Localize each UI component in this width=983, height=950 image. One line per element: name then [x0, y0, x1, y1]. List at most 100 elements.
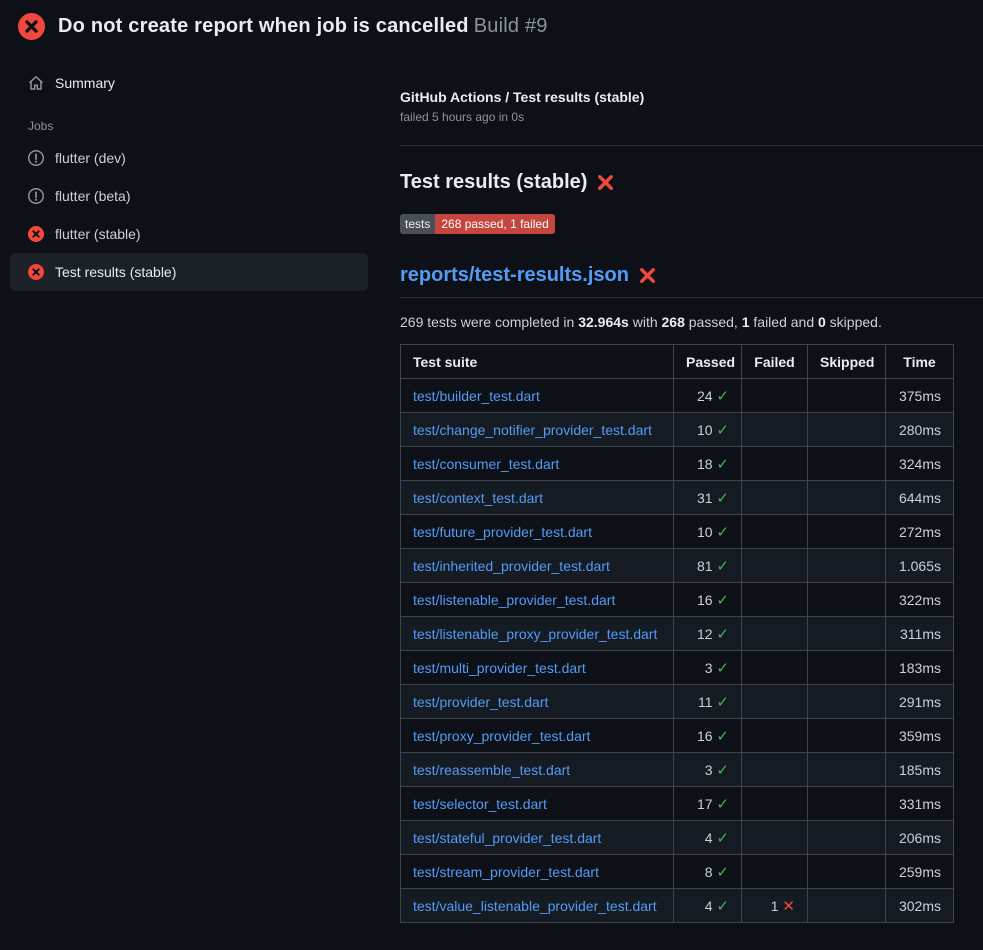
column-header-passed: Passed — [674, 345, 742, 379]
failed-cell — [742, 685, 808, 719]
time-cell: 302ms — [886, 889, 954, 923]
skipped-cell — [808, 821, 886, 855]
passed-cell-count: 4 — [705, 898, 713, 914]
passed-cell: 8 ✓ — [674, 855, 742, 889]
skipped-cell — [808, 719, 886, 753]
test-suite-link[interactable]: test/stream_provider_test.dart — [413, 864, 599, 880]
test-suite-link[interactable]: test/stateful_provider_test.dart — [413, 830, 601, 846]
skipped-cell — [808, 855, 886, 889]
passed-cell-count: 8 — [705, 864, 713, 880]
test-suite-link[interactable]: test/listenable_proxy_provider_test.dart — [413, 626, 657, 642]
passed-cell-count: 10 — [697, 524, 713, 540]
test-suite-cell: test/value_listenable_provider_test.dart — [401, 889, 674, 923]
workflow-run-title: Do not create report when job is cancell… — [58, 15, 469, 37]
skipped-cell — [808, 447, 886, 481]
page-title: Do not create report when job is cancell… — [58, 15, 548, 38]
home-icon — [28, 75, 44, 91]
skipped-cell — [808, 379, 886, 413]
passed-cell-count: 4 — [705, 830, 713, 846]
test-suite-link[interactable]: test/value_listenable_provider_test.dart — [413, 898, 657, 914]
time-cell: 280ms — [886, 413, 954, 447]
check-icon: ✓ — [716, 660, 729, 677]
skipped-cell — [808, 889, 886, 923]
table-row: test/proxy_provider_test.dart16 ✓359ms — [401, 719, 954, 753]
skipped-cell — [808, 651, 886, 685]
check-icon: ✓ — [716, 864, 729, 881]
time-cell: 291ms — [886, 685, 954, 719]
section-title-text: Test results (stable) — [400, 171, 587, 194]
failed-cell — [742, 379, 808, 413]
test-suite-link[interactable]: test/context_test.dart — [413, 490, 543, 506]
passed-cell: 17 ✓ — [674, 787, 742, 821]
test-suite-link[interactable]: test/listenable_provider_test.dart — [413, 592, 615, 608]
summary-text: passed, — [685, 314, 742, 330]
test-suite-cell: test/listenable_provider_test.dart — [401, 583, 674, 617]
sidebar-item-test-results-stable[interactable]: Test results (stable) — [10, 253, 368, 291]
table-row: test/consumer_test.dart18 ✓324ms — [401, 447, 954, 481]
passed-cell: 12 ✓ — [674, 617, 742, 651]
time-cell: 1.065s — [886, 549, 954, 583]
badge-value: 268 passed, 1 failed — [435, 214, 554, 234]
test-suite-link[interactable]: test/multi_provider_test.dart — [413, 660, 586, 676]
job-label: flutter (beta) — [55, 188, 130, 204]
time-cell: 359ms — [886, 719, 954, 753]
passed-cell-count: 3 — [705, 762, 713, 778]
test-suite-link[interactable]: test/proxy_provider_test.dart — [413, 728, 590, 744]
check-icon: ✓ — [716, 694, 729, 711]
table-row: test/provider_test.dart11 ✓291ms — [401, 685, 954, 719]
test-suite-link[interactable]: test/builder_test.dart — [413, 388, 540, 404]
x-mark-icon — [639, 267, 656, 284]
test-suite-cell: test/change_notifier_provider_test.dart — [401, 413, 674, 447]
sidebar-item-flutter-stable[interactable]: flutter (stable) — [10, 215, 368, 253]
summary-text: skipped. — [826, 314, 882, 330]
test-suite-link[interactable]: test/consumer_test.dart — [413, 456, 559, 472]
test-suite-link[interactable]: test/selector_test.dart — [413, 796, 547, 812]
test-suite-link[interactable]: test/inherited_provider_test.dart — [413, 558, 610, 574]
skipped-cell — [808, 515, 886, 549]
column-header-skipped: Skipped — [808, 345, 886, 379]
summary-line: 269 tests were completed in 32.964s with… — [400, 314, 983, 330]
summary-stat: 268 — [662, 314, 685, 330]
test-suite-link[interactable]: test/reassemble_test.dart — [413, 762, 570, 778]
check-icon: ✓ — [716, 728, 729, 745]
passed-cell: 10 ✓ — [674, 515, 742, 549]
sidebar-item-label: Summary — [55, 75, 115, 91]
time-cell: 183ms — [886, 651, 954, 685]
sidebar-item-summary[interactable]: Summary — [10, 65, 368, 101]
test-suite-cell: test/inherited_provider_test.dart — [401, 549, 674, 583]
check-icon: ✓ — [716, 388, 729, 405]
table-row: test/reassemble_test.dart3 ✓185ms — [401, 753, 954, 787]
time-cell: 644ms — [886, 481, 954, 515]
skipped-cell — [808, 583, 886, 617]
sidebar-item-flutter-beta[interactable]: flutter (beta) — [10, 177, 368, 215]
sidebar-jobs-list: flutter (dev) flutter (beta) flutter (stab… — [10, 139, 368, 291]
test-suite-cell: test/context_test.dart — [401, 481, 674, 515]
job-label: Test results (stable) — [55, 264, 176, 280]
failed-cell — [742, 821, 808, 855]
table-row: test/inherited_provider_test.dart81 ✓1.0… — [401, 549, 954, 583]
sidebar-item-flutter-dev[interactable]: flutter (dev) — [10, 139, 368, 177]
check-icon: ✓ — [716, 796, 729, 813]
breadcrumb: GitHub Actions / Test results (stable) — [400, 89, 983, 105]
skipped-cell — [808, 549, 886, 583]
test-suite-link[interactable]: test/provider_test.dart — [413, 694, 548, 710]
failed-cell — [742, 549, 808, 583]
passed-cell-count: 16 — [697, 592, 713, 608]
table-row: test/value_listenable_provider_test.dart… — [401, 889, 954, 923]
skipped-cell — [808, 481, 886, 515]
failed-status-icon — [28, 264, 44, 280]
summary-stat: 1 — [742, 314, 750, 330]
main-content: GitHub Actions / Test results (stable) f… — [384, 51, 983, 923]
summary-text: with — [629, 314, 662, 330]
time-cell: 185ms — [886, 753, 954, 787]
failed-cell — [742, 753, 808, 787]
test-suite-link[interactable]: test/future_provider_test.dart — [413, 524, 592, 540]
neutral-status-icon — [28, 150, 44, 166]
skipped-cell — [808, 617, 886, 651]
test-suite-link[interactable]: test/change_notifier_provider_test.dart — [413, 422, 652, 438]
test-suite-cell: test/reassemble_test.dart — [401, 753, 674, 787]
report-file-link[interactable]: reports/test-results.json — [400, 264, 629, 287]
test-suite-cell: test/provider_test.dart — [401, 685, 674, 719]
check-run-page: Do not create report when job is cancell… — [0, 0, 983, 923]
x-mark-icon — [597, 174, 614, 191]
